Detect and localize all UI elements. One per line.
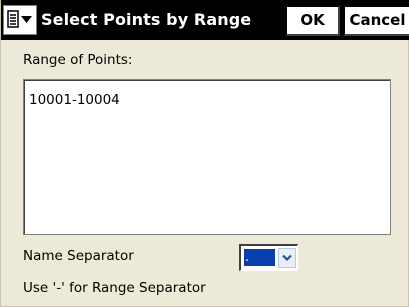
range-of-points-label: Range of Points: [23,52,133,68]
range-of-points-input[interactable]: 10001-10004 [23,79,391,235]
cancel-button[interactable]: Cancel [343,5,409,36]
range-separator-hint: Use '-' for Range Separator [23,280,206,296]
name-separator-value: . [244,249,275,266]
separator-dropdown-button[interactable] [278,248,296,268]
dialog-title: Select Points by Range [41,10,252,29]
chevron-down-icon [282,254,292,262]
menu-dropdown-button[interactable] [3,5,37,35]
name-separator-label: Name Separator [23,248,134,264]
menu-dropdown-icon [7,10,32,28]
ok-button[interactable]: OK [285,5,340,36]
title-bar: Select Points by Range OK Cancel [1,0,409,40]
select-points-by-range-dialog: Select Points by Range OK Cancel Range o… [0,0,409,307]
name-separator-select[interactable]: . [239,244,298,271]
